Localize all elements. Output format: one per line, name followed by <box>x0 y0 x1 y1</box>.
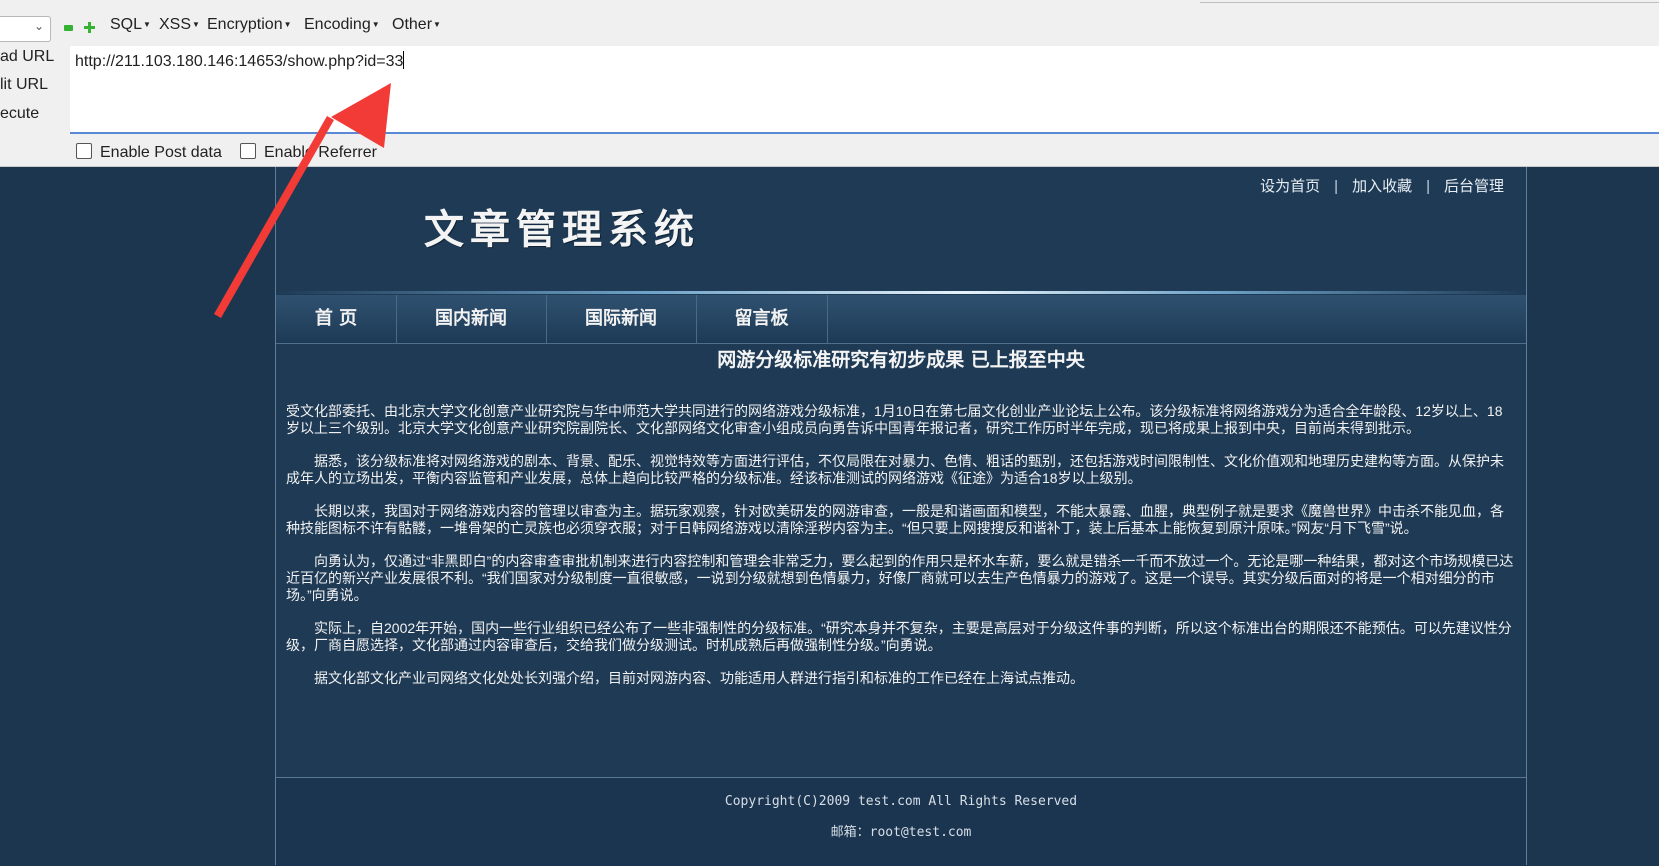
annotation-arrow <box>214 83 391 318</box>
arrow-head <box>331 83 391 148</box>
arrow-shaft <box>214 116 334 318</box>
red-arrow-icon <box>214 83 391 318</box>
